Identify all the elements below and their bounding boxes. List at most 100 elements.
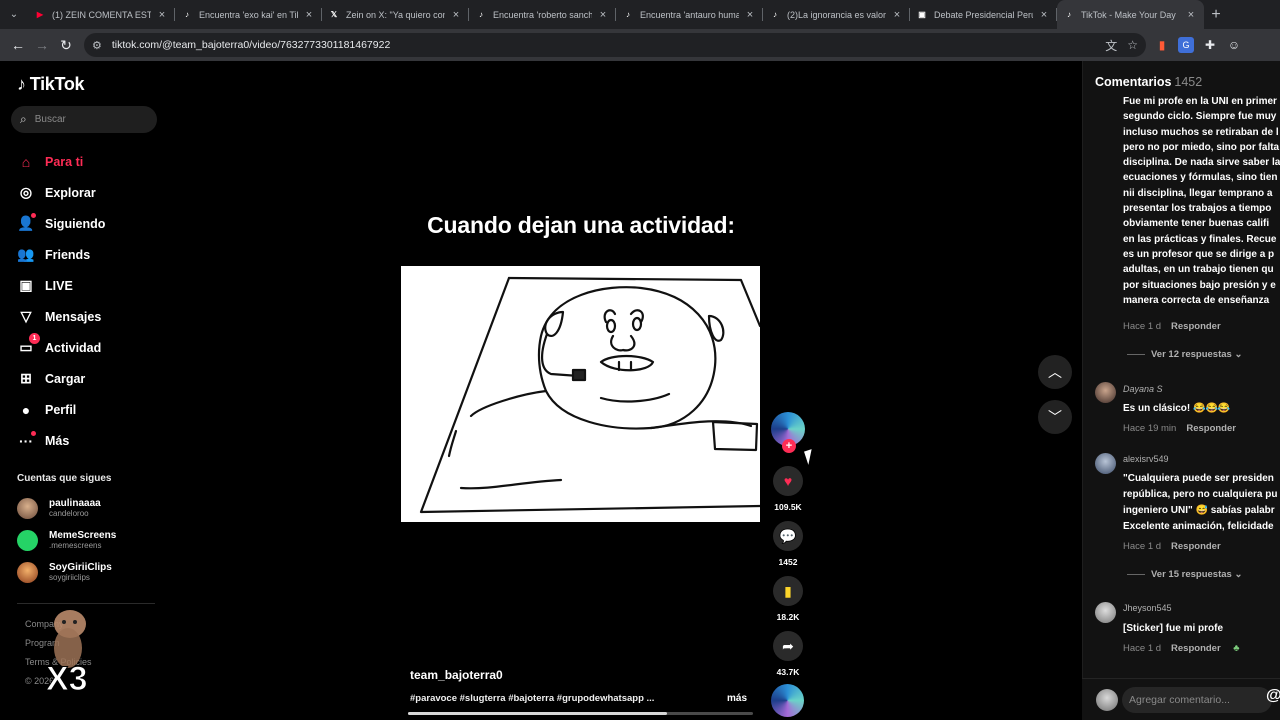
- nav-item-mensajes[interactable]: ▽ Mensajes: [17, 301, 167, 332]
- reply-button[interactable]: Responder: [1171, 541, 1221, 552]
- nav-label: LIVE: [45, 278, 73, 293]
- tiktok-logo[interactable]: ♪ TikTok: [17, 74, 85, 95]
- bookmark-star-icon[interactable]: ☆: [1127, 38, 1138, 52]
- account-name: MemeScreens: [49, 530, 117, 541]
- tab-search-icon[interactable]: ⌄: [0, 0, 28, 29]
- view-replies-button[interactable]: Ver 15 respuestas ⌄: [1127, 569, 1242, 580]
- back-icon[interactable]: ←: [6, 33, 30, 57]
- save-button[interactable]: ▮ 18.2K: [771, 576, 805, 622]
- comment-line: pero no por miedo, sino por falta: [1123, 141, 1280, 153]
- reply-button[interactable]: Responder: [1171, 643, 1221, 654]
- account-name: SoyGiriiClips: [49, 562, 112, 573]
- forward-icon[interactable]: →: [30, 33, 54, 57]
- notification-badge: 1: [29, 333, 40, 344]
- avatar[interactable]: [1095, 453, 1116, 474]
- extension-icon[interactable]: ▮: [1154, 37, 1170, 53]
- chevron-down-icon: ﹀: [1048, 409, 1062, 425]
- comment-icon: 💬: [773, 521, 803, 551]
- browser-tab[interactable]: 𝕏 Zein on X: "Ya quiero com ×: [322, 0, 469, 29]
- new-tab-button[interactable]: +: [1204, 6, 1228, 24]
- action-bar: +: [768, 412, 808, 453]
- nav-item-perfil[interactable]: ● Perfil: [17, 394, 167, 425]
- progress-fill: [408, 712, 667, 715]
- comment-line: obviamente tener buenas califi: [1123, 218, 1270, 230]
- close-icon[interactable]: ×: [451, 9, 461, 21]
- video-progress-bar[interactable]: [408, 712, 753, 715]
- avatar: [17, 562, 38, 583]
- reply-button[interactable]: Responder: [1171, 321, 1221, 332]
- nav-item-cargar[interactable]: ⊞ Cargar: [17, 363, 167, 394]
- chevron-down-icon: ⌄: [1234, 569, 1243, 580]
- nav-item-siguiendo[interactable]: 👤 Siguiendo: [17, 208, 167, 239]
- cartoon-illustration: [419, 276, 760, 514]
- avatar[interactable]: [1095, 602, 1116, 623]
- following-account[interactable]: paulinaaaa candeloroo: [17, 498, 101, 519]
- url-text[interactable]: tiktok.com/@team_bajoterra0/video/763277…: [112, 39, 1095, 51]
- close-icon[interactable]: ×: [745, 9, 755, 21]
- profile-icon[interactable]: ☺: [1226, 37, 1242, 53]
- creator-avatar[interactable]: +: [771, 412, 805, 453]
- browser-tab[interactable]: ♪ Encuentra 'exo kai' en TikTok ×: [175, 0, 322, 29]
- share-button[interactable]: ➦ 43.7K: [771, 631, 805, 677]
- close-icon[interactable]: ×: [304, 9, 314, 21]
- browser-tab[interactable]: ♪ TikTok - Make Your Day ×: [1057, 0, 1204, 29]
- address-bar[interactable]: ⚙ tiktok.com/@team_bajoterra0/video/7632…: [84, 33, 1146, 57]
- share-count: 43.7K: [776, 667, 800, 677]
- comment-username[interactable]: Jheyson545: [1123, 603, 1172, 613]
- tab-strip: ⌄ ▶ (1) ZEIN COMENTA ESTAR × ♪ Encuentra 'ex…: [0, 0, 1280, 29]
- browser-tab[interactable]: ♪ (2)La ignorancia es valora ×: [763, 0, 910, 29]
- reload-icon[interactable]: ↻: [54, 33, 78, 57]
- close-icon[interactable]: ×: [892, 9, 902, 21]
- comment-username[interactable]: Dayana S: [1123, 384, 1163, 394]
- sound-avatar[interactable]: [771, 684, 804, 717]
- nav-item-explorar[interactable]: ◎ Explorar: [17, 177, 167, 208]
- avatar[interactable]: [1095, 382, 1116, 403]
- comment-input-bar: Agregar comentario... @: [1082, 678, 1280, 720]
- close-icon[interactable]: ×: [598, 9, 608, 21]
- nav-item-actividad[interactable]: ▭ 1 Actividad: [17, 332, 167, 363]
- nav-label: Perfil: [45, 402, 77, 417]
- tiktok-icon: ♪: [773, 10, 777, 19]
- reply-button[interactable]: Responder: [1186, 423, 1236, 434]
- nav-item-para-ti[interactable]: ⌂ Para ti: [17, 146, 167, 177]
- mention-button[interactable]: @: [1266, 687, 1280, 705]
- follow-plus-icon[interactable]: +: [782, 439, 796, 453]
- comment-meta: Hace 1 d Responder ♣: [1123, 643, 1240, 654]
- nav-item-live[interactable]: ▣ LIVE: [17, 270, 167, 301]
- account-handle: candeloroo: [49, 509, 89, 518]
- nav-label: Friends: [45, 247, 91, 262]
- browser-tab[interactable]: ♪ Encuentra 'antauro humala ×: [616, 0, 763, 29]
- following-account[interactable]: SoyGiriiClips soygiriiclips: [17, 562, 112, 583]
- account-name: paulinaaaa: [49, 498, 101, 509]
- video-username[interactable]: team_bajoterra0: [410, 668, 503, 682]
- next-video-button[interactable]: ﹀: [1038, 400, 1072, 434]
- comment-button[interactable]: 💬 1452: [771, 521, 805, 567]
- translate-extension-icon[interactable]: G: [1178, 37, 1194, 53]
- comment-username[interactable]: alexisrv549: [1123, 454, 1169, 464]
- more-link[interactable]: más: [727, 693, 747, 704]
- translate-icon[interactable]: 文: [1105, 37, 1117, 54]
- comment-text: república, pero no cualquiera pu: [1123, 489, 1278, 500]
- search-input[interactable]: ⌕ Buscar: [11, 106, 157, 133]
- video-hashtags[interactable]: #paravoce #slugterra #bajoterra #grupode…: [410, 693, 670, 704]
- tab-title: (1) ZEIN COMENTA ESTAR: [52, 9, 151, 20]
- like-button[interactable]: ♥ 109.5K: [771, 466, 805, 512]
- view-replies-button[interactable]: Ver 12 respuestas ⌄: [1127, 349, 1242, 360]
- close-icon[interactable]: ×: [1186, 9, 1196, 21]
- site-info-icon[interactable]: ⚙: [92, 39, 102, 52]
- following-account[interactable]: MemeScreens .memescreens: [17, 530, 116, 551]
- browser-tab[interactable]: ▣ Debate Presidencial Perú ×: [910, 0, 1057, 29]
- previous-video-button[interactable]: ︿: [1038, 355, 1072, 389]
- comment-line: manera correcta de enseñanza: [1123, 294, 1270, 306]
- nav-item-friends[interactable]: 👥 Friends: [17, 239, 167, 270]
- browser-tab[interactable]: ♪ Encuentra 'roberto sanchez ×: [469, 0, 616, 29]
- nav-item-m-s[interactable]: ··· Más: [17, 425, 167, 456]
- close-icon[interactable]: ×: [157, 9, 167, 21]
- browser-tab[interactable]: ▶ (1) ZEIN COMENTA ESTAR ×: [28, 0, 175, 29]
- close-icon[interactable]: ×: [1039, 9, 1049, 21]
- comment-input[interactable]: Agregar comentario...: [1122, 687, 1272, 713]
- tab-title: Debate Presidencial Perú: [934, 9, 1033, 20]
- comment-time: Hace 1 d: [1123, 541, 1162, 552]
- video-frame[interactable]: [401, 266, 760, 522]
- puzzle-icon[interactable]: ✚: [1202, 37, 1218, 53]
